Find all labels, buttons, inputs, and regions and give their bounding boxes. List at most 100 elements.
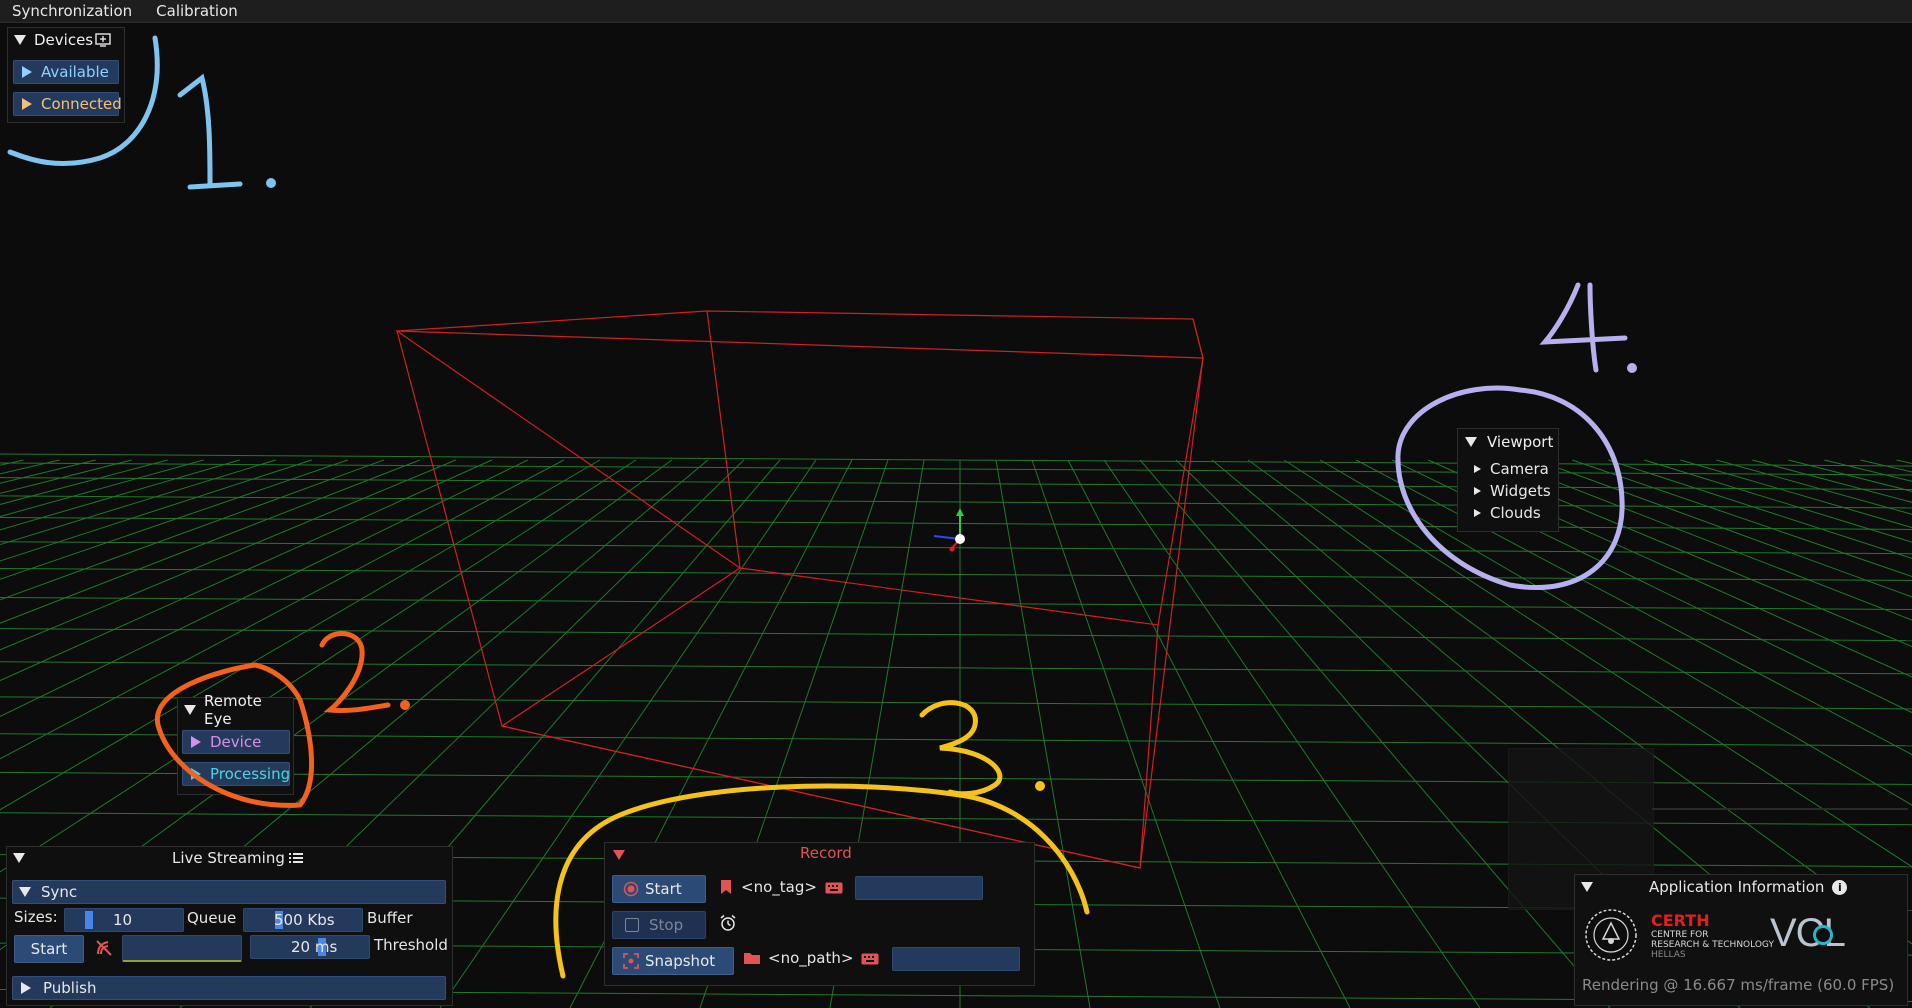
viewport-header[interactable]: Viewport xyxy=(1465,431,1553,453)
devices-connected-label: Connected xyxy=(41,95,122,113)
certh-logo-icon xyxy=(1585,909,1637,961)
viewport-widgets-label: Widgets xyxy=(1490,482,1551,500)
collapse-icon xyxy=(14,35,26,45)
start-stream-label: Start xyxy=(30,940,68,958)
grid-line xyxy=(0,628,1912,642)
checkbox-icon xyxy=(625,918,639,932)
record-start-label: Start xyxy=(645,880,682,898)
devices-panel: Devices Available Connected xyxy=(7,27,125,123)
record-path: <no_path> xyxy=(768,949,854,967)
expand-icon xyxy=(1474,509,1481,517)
remote-eye-device[interactable]: Device xyxy=(182,730,290,754)
queue-slider[interactable]: 10 xyxy=(64,908,184,932)
threshold-value: 20 ms xyxy=(291,938,338,956)
record-start-button[interactable]: Start xyxy=(612,875,706,903)
snapshot-label: Snapshot xyxy=(645,952,716,970)
no-connection-icon xyxy=(96,940,112,956)
grid-line xyxy=(0,567,1912,581)
folder-icon xyxy=(744,953,760,964)
expand-icon xyxy=(1474,487,1481,495)
snapshot-button[interactable]: Snapshot xyxy=(612,947,734,975)
buffer-value: 500 Kbs xyxy=(274,911,335,929)
add-device-icon[interactable] xyxy=(95,33,111,47)
background-window-bar xyxy=(1652,808,1908,810)
threshold-label: Threshold xyxy=(374,936,448,954)
slider-grab[interactable] xyxy=(85,911,93,929)
remote-eye-header[interactable]: Remote Eye xyxy=(184,692,293,728)
devices-available[interactable]: Available xyxy=(13,60,119,84)
info-icon[interactable]: i xyxy=(1832,879,1848,895)
grid-line xyxy=(0,477,1912,491)
threshold-slider[interactable]: 20 ms xyxy=(250,935,370,959)
collapse-icon xyxy=(13,853,25,863)
live-streaming-title: Live Streaming xyxy=(172,849,285,867)
expand-icon xyxy=(191,736,201,748)
sync-section[interactable]: Sync xyxy=(12,880,446,904)
record-title: Record xyxy=(800,844,852,862)
viewport-clouds-label: Clouds xyxy=(1490,504,1541,522)
devices-available-label: Available xyxy=(41,63,109,81)
live-streaming-header[interactable]: Live Streaming xyxy=(7,847,452,869)
viewport-title: Viewport xyxy=(1487,433,1554,451)
collapse-icon[interactable] xyxy=(1581,882,1593,892)
expand-icon xyxy=(191,768,201,780)
viewport-panel: Viewport Camera Widgets Clouds xyxy=(1457,428,1559,532)
remote-eye-processing-label: Processing xyxy=(210,765,291,783)
tag-input[interactable] xyxy=(855,876,983,900)
buffer-label: Buffer xyxy=(367,909,413,927)
stream-address-input[interactable] xyxy=(122,935,242,962)
record-tag: <no_tag> xyxy=(741,878,817,896)
collapse-icon xyxy=(184,705,196,715)
app-info-title: Application Information xyxy=(1649,878,1825,896)
collapse-icon[interactable] xyxy=(613,850,625,860)
publish-section[interactable]: Publish xyxy=(12,976,446,1000)
grid-line xyxy=(1031,459,1221,1008)
list-icon[interactable] xyxy=(288,851,304,865)
publish-label: Publish xyxy=(43,979,97,997)
vcl-logo-eye-icon xyxy=(1813,925,1833,945)
start-stream-button[interactable]: Start xyxy=(14,935,84,963)
keyboard-icon[interactable] xyxy=(825,882,843,894)
grid-line xyxy=(0,453,1912,467)
queue-label: Queue xyxy=(187,909,237,927)
remote-eye-processing[interactable]: Processing xyxy=(182,762,290,786)
record-icon xyxy=(623,881,639,897)
rendering-info: Rendering @ 16.667 ms/frame (60.0 FPS) xyxy=(1582,976,1895,994)
certh-line1: CENTRE FOR xyxy=(1651,930,1709,940)
collapse-icon xyxy=(19,887,31,897)
snapshot-icon xyxy=(623,953,639,969)
bounding-box xyxy=(395,310,1204,869)
expand-icon xyxy=(21,982,31,994)
buffer-slider[interactable]: 500 Kbs xyxy=(243,908,363,932)
devices-header[interactable]: Devices xyxy=(14,29,111,51)
bookmark-icon xyxy=(721,880,731,894)
grid-line xyxy=(0,516,1912,530)
certh-name: CERTH xyxy=(1651,911,1710,930)
grid-line xyxy=(1067,459,1351,1008)
menu-synchronization[interactable]: Synchronization xyxy=(0,2,144,20)
path-input[interactable] xyxy=(892,947,1020,971)
certh-line2: RESEARCH & TECHNOLOGY xyxy=(1651,940,1774,950)
live-streaming-panel: Live Streaming Sync Sizes: 10 Queue 500 … xyxy=(6,846,453,1006)
vcl-logo: VCL xyxy=(1770,911,1846,955)
grid-line xyxy=(0,495,1912,509)
viewport-widgets[interactable]: Widgets xyxy=(1474,482,1551,500)
queue-value: 10 xyxy=(113,911,133,929)
devices-title: Devices xyxy=(34,31,94,49)
expand-icon xyxy=(22,66,32,78)
remote-eye-panel: Remote Eye Device Processing xyxy=(177,692,294,795)
viewport-clouds[interactable]: Clouds xyxy=(1474,504,1541,522)
viewport-camera[interactable]: Camera xyxy=(1474,460,1549,478)
remote-eye-title: Remote Eye xyxy=(204,692,262,728)
menu-calibration[interactable]: Calibration xyxy=(144,2,250,20)
grid-line xyxy=(0,596,1912,610)
grid-line xyxy=(1139,459,1611,1008)
certh-line3: HELLAS xyxy=(1651,950,1686,960)
keyboard-icon[interactable] xyxy=(861,953,879,965)
expand-icon xyxy=(1474,465,1481,473)
remote-eye-device-label: Device xyxy=(210,733,262,751)
devices-connected[interactable]: Connected xyxy=(13,92,122,116)
record-panel: Record Start <no_tag> Stop Snapshot <no_… xyxy=(604,842,1035,986)
alarm-clock-icon[interactable] xyxy=(719,914,737,932)
record-stop-button[interactable]: Stop xyxy=(612,911,706,939)
